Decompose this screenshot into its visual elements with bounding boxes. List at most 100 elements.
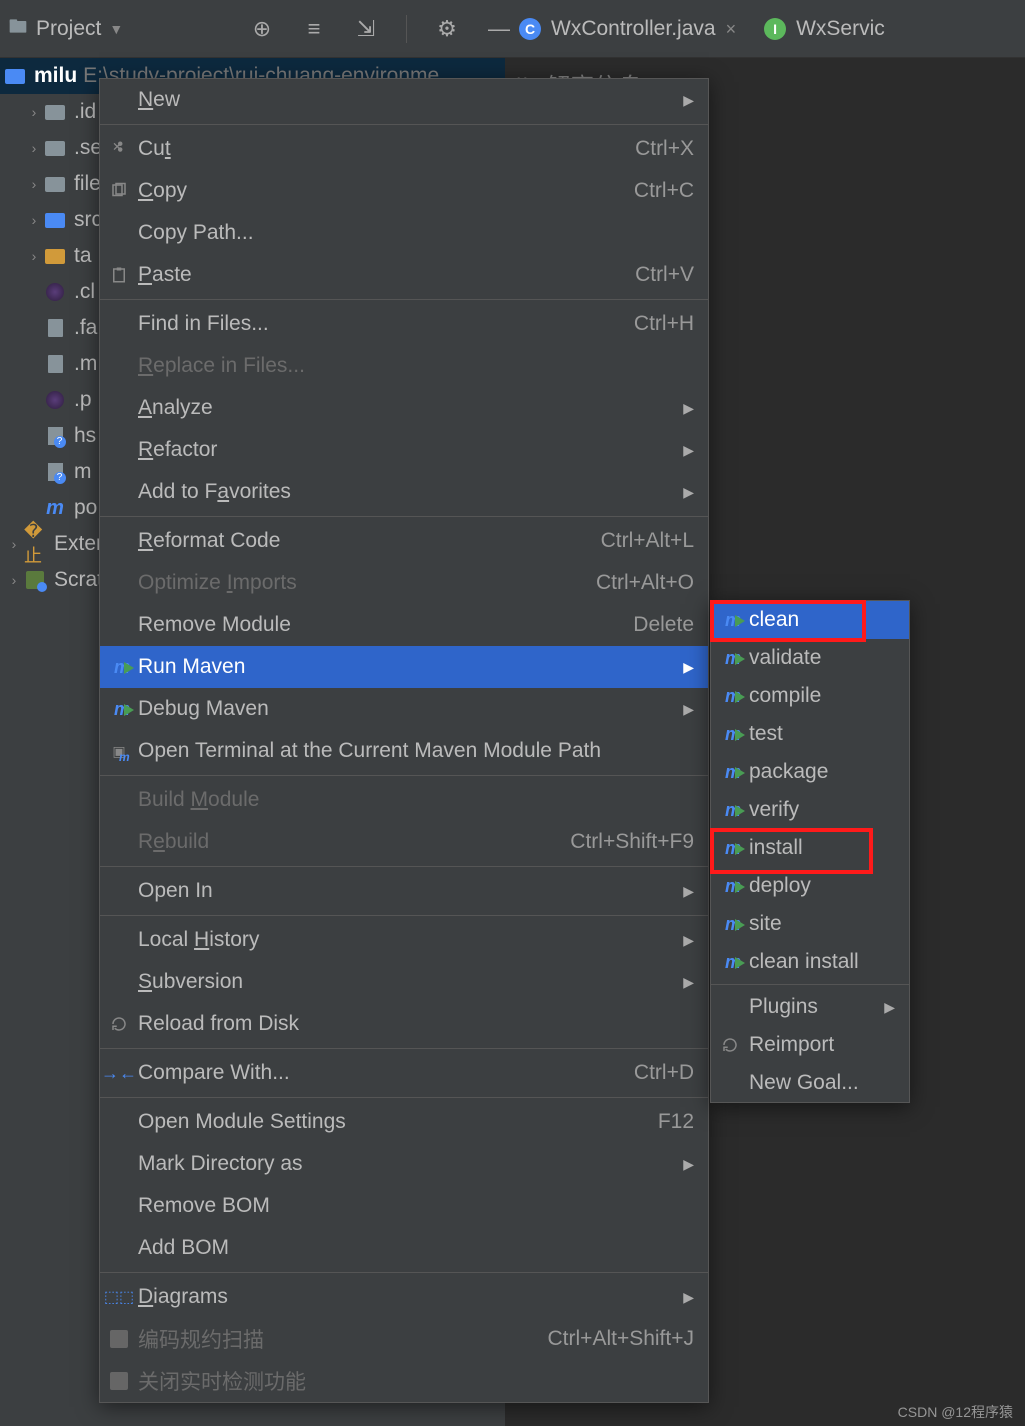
menu-separator [100, 1272, 708, 1273]
menu-item[interactable]: mDebug Maven▶ [100, 688, 708, 730]
submenu-item[interactable]: Plugins▶ [711, 988, 909, 1026]
item-label: .cl [74, 280, 95, 304]
submenu-item[interactable]: mpackage [711, 753, 909, 791]
menu-label: Reload from Disk [138, 1012, 299, 1036]
menu-label: Build Module [138, 788, 259, 812]
menu-item[interactable]: m Run Maven ▶ [100, 646, 708, 688]
menu-item[interactable]: Analyze▶ [100, 387, 708, 429]
menu-separator [100, 866, 708, 867]
menu-item: 编码规约扫描Ctrl+Alt+Shift+J [100, 1318, 708, 1360]
gear-icon[interactable]: ⚙ [435, 17, 459, 41]
submenu-item[interactable]: mverify [711, 791, 909, 829]
submenu-item[interactable]: m compile [711, 677, 909, 715]
menu-shortcut: Ctrl+C [634, 179, 694, 203]
chevron-icon: › [24, 212, 44, 228]
tab-wxcontroller[interactable]: C WxController.java × [505, 0, 750, 58]
close-icon[interactable]: × [726, 19, 737, 40]
menu-item[interactable]: Add BOM [100, 1227, 708, 1269]
menu-item[interactable]: ▣mOpen Terminal at the Current Maven Mod… [100, 730, 708, 772]
item-icon: m [44, 498, 66, 518]
chevron-right-icon: ▶ [683, 659, 694, 676]
item-label: .se [74, 136, 102, 160]
mv-icon: m [719, 685, 741, 707]
menu-item[interactable]: Add to Favorites▶ [100, 471, 708, 513]
submenu-item[interactable]: mtest [711, 715, 909, 753]
menu-item[interactable]: Copy Ctrl+C [100, 170, 708, 212]
separator [406, 15, 407, 43]
menu-label: Run Maven [138, 655, 245, 679]
menu-item: Optimize Imports Ctrl+Alt+O [100, 562, 708, 604]
menu-label: Add BOM [138, 1236, 229, 1260]
menu-item[interactable]: Mark Directory as▶ [100, 1143, 708, 1185]
menu-item[interactable]: Reformat CodeCtrl+Alt+L [100, 520, 708, 562]
submenu-label: compile [749, 684, 821, 708]
maven-run-icon: m [108, 656, 130, 678]
menu-label: Copy [138, 179, 187, 203]
menu-item[interactable]: Remove ModuleDelete [100, 604, 708, 646]
item-label: hs [74, 424, 96, 448]
submenu-item[interactable]: New Goal... [711, 1064, 909, 1102]
item-label: .fa [74, 316, 97, 340]
root-name: milu [34, 64, 77, 88]
menu-item[interactable]: New▶ [100, 79, 708, 121]
maven-debug-icon: m [108, 698, 130, 720]
submenu-label: Plugins [749, 995, 818, 1019]
menu-item[interactable]: Open In ▶ [100, 870, 708, 912]
menu-item[interactable]: Refactor▶ [100, 429, 708, 471]
menu-label: 关闭实时检测功能 [138, 1366, 306, 1396]
chevron-right-icon: ▶ [683, 883, 694, 900]
menu-label: Find in Files... [138, 312, 269, 336]
menu-item[interactable]: Reload from Disk [100, 1003, 708, 1045]
menu-separator [100, 775, 708, 776]
menu-label: New [138, 88, 180, 112]
submenu-label: deploy [749, 874, 811, 898]
expand-icon[interactable]: ≡ [302, 17, 326, 41]
item-icon: �止 [24, 534, 46, 554]
collapse-icon[interactable]: ⇲ [354, 17, 378, 41]
mv-icon: m [719, 761, 741, 783]
menu-item[interactable]: Remove BOM [100, 1185, 708, 1227]
submenu-label: clean install [749, 950, 859, 974]
menu-item[interactable]: Open Module SettingsF12 [100, 1101, 708, 1143]
menu-item[interactable]: ⬚⬚Diagrams▶ [100, 1276, 708, 1318]
menu-item[interactable]: Paste Ctrl+V [100, 254, 708, 296]
menu-shortcut: Ctrl+V [635, 263, 694, 287]
menu-label: Paste [138, 263, 192, 287]
menu-label: Subversion [138, 970, 243, 994]
menu-label: Debug Maven [138, 697, 269, 721]
chevron-right-icon: ▶ [683, 442, 694, 459]
menu-item[interactable]: →←Compare With...Ctrl+D [100, 1052, 708, 1094]
chevron-right-icon: ▶ [683, 974, 694, 991]
submenu-item[interactable]: mvalidate [711, 639, 909, 677]
cut-icon [108, 138, 130, 160]
menu-item: Replace in Files... [100, 345, 708, 387]
menu-shortcut: Ctrl+Alt+L [601, 529, 694, 553]
tab-wxservice[interactable]: I WxServic [750, 0, 899, 58]
menu-separator [100, 299, 708, 300]
menu-label: 编码规约扫描 [138, 1324, 264, 1354]
menu-item[interactable]: Local History▶ [100, 919, 708, 961]
item-icon [44, 210, 66, 230]
menu-shortcut: Ctrl+Alt+O [596, 571, 694, 595]
chevron-right-icon: ▶ [683, 484, 694, 501]
menu-item[interactable]: Copy Path... [100, 212, 708, 254]
menu-item[interactable]: Subversion ▶ [100, 961, 708, 1003]
annotation-box-clean [710, 600, 866, 642]
submenu-item[interactable]: mclean install [711, 943, 909, 981]
menu-item[interactable]: Find in Files...Ctrl+H [100, 303, 708, 345]
reload-icon [108, 1013, 130, 1035]
menu-item[interactable]: CutCtrl+X [100, 128, 708, 170]
toolbar-actions: ⊕ ≡ ⇲ ⚙ — [250, 15, 511, 43]
submenu-label: New Goal... [749, 1071, 859, 1095]
menu-label: Open In [138, 879, 213, 903]
submenu-item[interactable]: msite [711, 905, 909, 943]
menu-label: Optimize Imports [138, 571, 297, 595]
menu-label: Diagrams [138, 1285, 228, 1309]
item-label: po [74, 496, 97, 520]
target-icon[interactable]: ⊕ [250, 17, 274, 41]
submenu-item[interactable]: Reimport [711, 1026, 909, 1064]
submenu-label: verify [749, 798, 799, 822]
chevron-icon: › [4, 572, 24, 588]
project-dropdown[interactable]: Project ▼ [0, 16, 123, 41]
folder-icon [4, 66, 26, 86]
